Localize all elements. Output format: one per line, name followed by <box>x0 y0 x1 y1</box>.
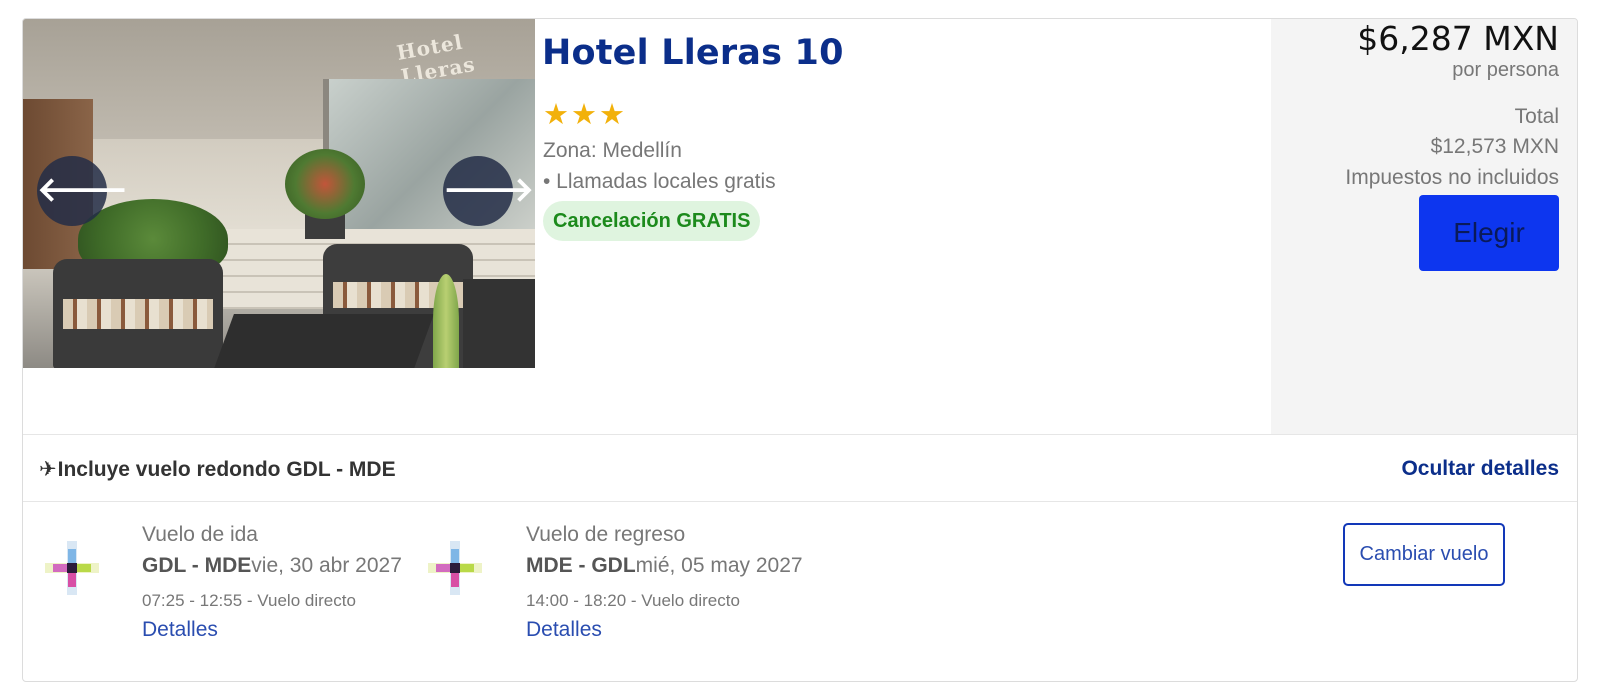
outbound-flight-title: Vuelo de ida <box>142 523 258 546</box>
total-price: $12,573 MXN <box>1430 135 1559 158</box>
outbound-date: vie, 30 abr 2027 <box>251 554 402 577</box>
flight-include-text: Incluye vuelo redondo GDL - MDE <box>57 458 396 481</box>
price-per-person-label: por persona <box>1452 59 1559 81</box>
carousel-prev-button[interactable]: 🡐 <box>37 156 128 226</box>
hotel-photo[interactable]: Hotel Lleras 🡐 🡒 <box>23 19 535 368</box>
hotel-info: Hotel Lleras 10 ★★★ Zona: Medellín • Lla… <box>542 19 1242 444</box>
return-flight-route: MDE - GDLmié, 05 may 2027 <box>526 554 803 585</box>
return-details-link[interactable]: Detalles <box>526 618 803 642</box>
flight-include-label: ✈Incluye vuelo redondo GDL - MDE <box>39 457 396 482</box>
return-date: mié, 05 may 2027 <box>635 554 803 577</box>
return-times: 14:00 - 18:20 - Vuelo directo <box>526 591 740 610</box>
hide-details-link[interactable]: Ocultar detalles <box>1401 457 1559 481</box>
photo-chair <box>53 259 223 368</box>
star-rating: ★★★ <box>543 97 627 131</box>
outbound-times: 07:25 - 12:55 - Vuelo directo <box>142 591 356 610</box>
price-panel: $6,287 MXN por persona Total $12,573 MXN… <box>1271 19 1577 434</box>
price-per-person: $6,287 MXN <box>1357 19 1559 58</box>
return-flight: Vuelo de regreso MDE - GDLmié, 05 may 20… <box>526 523 803 642</box>
outbound-route-codes: GDL - MDE <box>142 554 252 577</box>
hotel-amenity: • Llamadas locales gratis <box>543 170 776 193</box>
arrow-left-icon: 🡐 <box>37 170 129 210</box>
choose-button[interactable]: Elegir <box>1419 195 1559 271</box>
taxes-note: Impuestos no incluidos <box>1345 166 1559 189</box>
outbound-details-link[interactable]: Detalles <box>142 618 402 642</box>
airline-logo-icon <box>428 541 482 595</box>
change-flight-button[interactable]: Cambiar vuelo <box>1343 523 1505 586</box>
total-label: Total <box>1514 105 1559 128</box>
flight-details: Vuelo de ida GDL - MDEvie, 30 abr 2027 0… <box>23 503 1577 681</box>
return-flight-title: Vuelo de regreso <box>526 523 686 546</box>
carousel-next-button[interactable]: 🡒 <box>443 156 534 226</box>
hotel-package-card: Hotel Lleras 🡐 🡒 Hotel Lleras 10 ★★★ Zon… <box>22 18 1578 682</box>
hotel-zone: Zona: Medellín <box>543 139 682 162</box>
arrow-right-icon: 🡒 <box>443 170 535 210</box>
outbound-flight: Vuelo de ida GDL - MDEvie, 30 abr 2027 0… <box>142 523 402 642</box>
plane-icon: ✈ <box>39 457 57 481</box>
photo-flowers <box>285 149 365 219</box>
hotel-summary: Hotel Lleras 🡐 🡒 Hotel Lleras 10 ★★★ Zon… <box>23 19 1577 444</box>
flight-include-bar: ✈Incluye vuelo redondo GDL - MDE Ocultar… <box>23 434 1577 502</box>
outbound-flight-route: GDL - MDEvie, 30 abr 2027 <box>142 554 402 585</box>
photo-chair <box>463 279 535 368</box>
photo-cactus <box>433 274 459 368</box>
photo-table <box>212 314 434 368</box>
airline-logo-icon <box>45 541 99 595</box>
return-route-codes: MDE - GDL <box>526 554 636 577</box>
hotel-name[interactable]: Hotel Lleras 10 <box>542 33 844 73</box>
free-cancellation-badge: Cancelación GRATIS <box>543 201 761 241</box>
